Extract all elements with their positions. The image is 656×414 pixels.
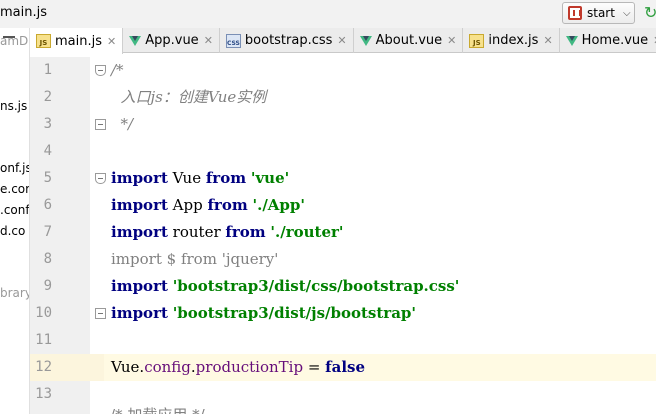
code-token: import xyxy=(111,196,168,214)
code-line[interactable]: import router from './router' xyxy=(104,219,656,246)
code-line[interactable]: import Vue from 'vue' xyxy=(104,165,656,192)
tab-about-vue[interactable]: About.vue ✕ xyxy=(354,28,464,53)
project-tree-item[interactable]: ns.js xyxy=(0,99,27,113)
tab-label: App.vue xyxy=(145,33,199,48)
code-token: from xyxy=(180,250,217,268)
tab-label: index.js xyxy=(488,33,539,48)
code-token: 'vue' xyxy=(250,169,290,187)
line-number: 7 xyxy=(43,224,52,240)
code-token: config xyxy=(144,358,191,376)
code-line[interactable]: /* xyxy=(104,57,656,84)
code-token: false xyxy=(325,358,366,376)
code-token: from xyxy=(205,169,247,187)
tab-home-vue[interactable]: Home.vue✕ xyxy=(560,28,656,53)
code-line-partial: /* 加载应用 */ xyxy=(110,404,205,414)
code-line[interactable]: import 'bootstrap3/dist/js/bootstrap' xyxy=(104,300,656,327)
line-number: 6 xyxy=(43,197,52,213)
code-line[interactable] xyxy=(104,138,656,165)
line-number: 3 xyxy=(43,116,52,132)
project-tree-item[interactable]: brary xyxy=(0,286,29,300)
vue-file-icon xyxy=(565,35,578,46)
code-token: import xyxy=(111,223,168,241)
line-number: 8 xyxy=(43,251,52,267)
project-panel: amDa ns.js onf.js e.cor .conf d.co brary xyxy=(0,28,30,414)
tab-bootstrap-css[interactable]: CSS bootstrap.css ✕ xyxy=(220,28,354,53)
tab-label: Home.vue xyxy=(581,33,649,48)
code-token: Vue xyxy=(167,169,206,187)
line-number: 12 xyxy=(35,359,52,375)
code-token: from xyxy=(225,223,266,241)
line-number: 2 xyxy=(43,89,52,105)
code-token: $ xyxy=(161,250,181,268)
project-tree-item[interactable]: .conf xyxy=(0,203,29,217)
close-icon[interactable]: ✕ xyxy=(204,34,213,47)
code-token: 入口js：创建Vue实例 xyxy=(111,88,267,106)
code-token: 'bootstrap3/dist/css/bootstrap.css' xyxy=(172,277,460,295)
code-token: import xyxy=(111,304,168,322)
line-number: 9 xyxy=(43,278,52,294)
code-token: './router' xyxy=(270,223,344,241)
tab-label: main.js xyxy=(55,33,102,49)
npm-run-icon xyxy=(568,6,582,20)
code-token: import xyxy=(111,250,162,268)
vue-file-icon xyxy=(359,35,372,46)
code-token: router xyxy=(167,223,226,241)
tab-label: bootstrap.css xyxy=(244,33,333,48)
line-number: 5 xyxy=(43,170,52,186)
code-token: from xyxy=(207,196,248,214)
run-configuration-label: start xyxy=(587,6,615,20)
js-file-icon: JS xyxy=(469,33,485,48)
editor-tabs: JS main.js ✕ App.vue ✕ CSS bootstrap.css ✕ About… xyxy=(30,28,656,54)
css-file-icon: CSS xyxy=(225,33,241,48)
line-number: 10 xyxy=(35,305,52,321)
close-icon[interactable]: ✕ xyxy=(447,34,456,47)
code-token: */ xyxy=(111,115,134,133)
tab-app-vue[interactable]: App.vue ✕ xyxy=(123,28,220,53)
js-file-icon: JS xyxy=(36,34,51,48)
project-tree-item[interactable]: d.co xyxy=(0,224,25,238)
project-tree-item[interactable]: e.cor xyxy=(0,182,29,196)
code-token: App xyxy=(167,196,208,214)
code-token: import xyxy=(111,277,168,295)
close-icon[interactable]: ✕ xyxy=(543,34,552,47)
project-tree-item[interactable]: onf.js xyxy=(0,161,29,175)
code-line[interactable]: 入口js：创建Vue实例 xyxy=(104,84,656,111)
chevron-down-icon: ⌵ xyxy=(622,7,631,19)
line-number: 13 xyxy=(35,386,52,402)
code-token: './App' xyxy=(252,196,306,214)
code-line[interactable]: import App from './App' xyxy=(104,192,656,219)
code-line[interactable]: import $ from 'jquery' xyxy=(104,246,656,273)
tab-index-js[interactable]: JS index.js ✕ xyxy=(463,28,560,53)
code-token: productionTip xyxy=(195,358,304,376)
code-line[interactable] xyxy=(104,327,656,354)
line-number: 4 xyxy=(43,143,52,159)
run-configuration-dropdown[interactable]: start ⌵ xyxy=(562,2,635,24)
code-line[interactable]: import 'bootstrap3/dist/css/bootstrap.cs… xyxy=(104,273,656,300)
tab-main-js[interactable]: JS main.js ✕ xyxy=(30,28,124,54)
code-token: /* xyxy=(111,61,124,79)
line-number: 1 xyxy=(43,62,52,78)
line-number: 11 xyxy=(35,332,52,348)
code-token: 'jquery' xyxy=(221,250,279,268)
rerun-icon[interactable]: ↻ xyxy=(644,4,656,22)
close-icon[interactable]: ✕ xyxy=(337,34,346,47)
close-icon[interactable]: ✕ xyxy=(107,35,116,48)
code-line[interactable]: Vue.config.productionTip = false xyxy=(104,354,656,381)
code-token: import xyxy=(111,169,168,187)
vue-file-icon xyxy=(129,35,142,46)
code-line[interactable]: */ xyxy=(104,111,656,138)
code-token: Vue. xyxy=(111,358,145,376)
code-token: 'bootstrap3/dist/js/bootstrap' xyxy=(172,304,416,322)
tab-label: About.vue xyxy=(375,33,443,48)
breadcrumb-file[interactable]: main.js xyxy=(0,5,47,20)
top-toolbar: main.js start ⌵ ↻ xyxy=(0,0,656,28)
code-token: = xyxy=(303,358,326,376)
project-tree-item[interactable]: amDa xyxy=(0,34,29,48)
